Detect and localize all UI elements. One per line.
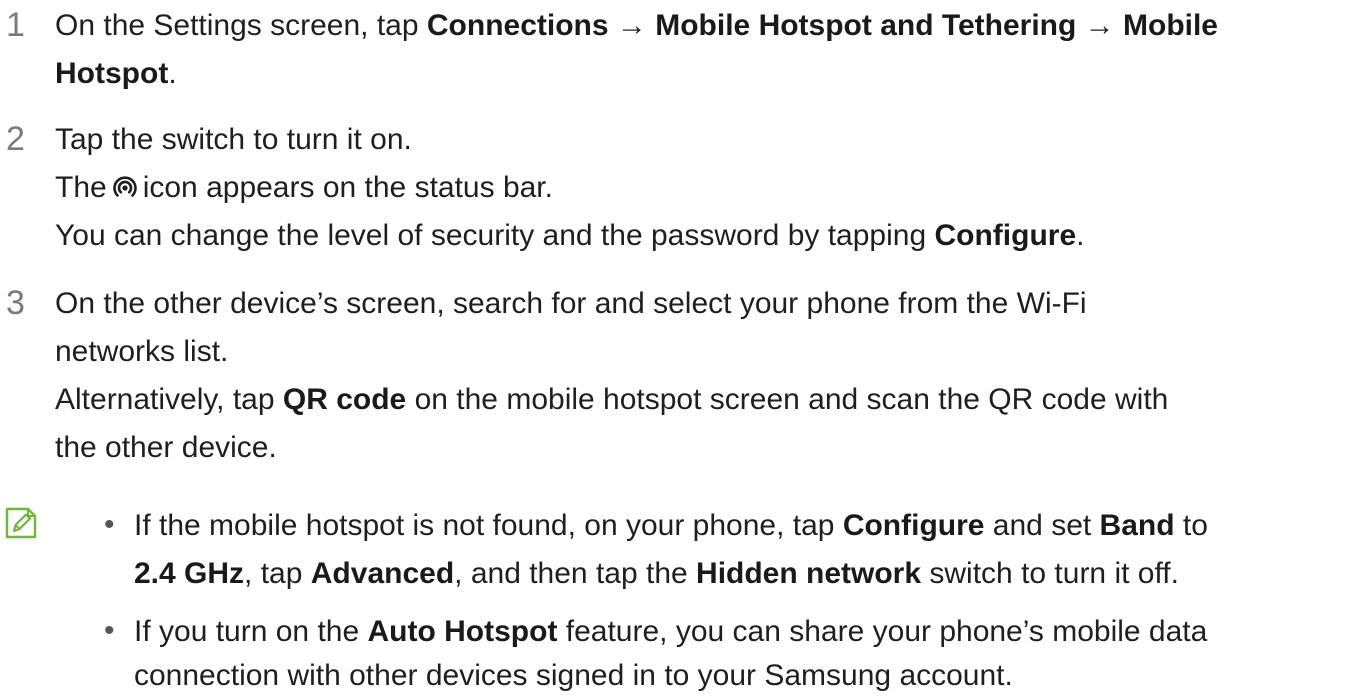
step-number: 3	[6, 284, 25, 322]
note-1-line-2: 2.4 GHz, tap Advanced, and then tap the …	[134, 557, 1179, 590]
step-number: 2	[6, 120, 25, 158]
note-pencil-icon	[4, 506, 38, 545]
bullet: •	[104, 614, 115, 647]
band-label: Band	[1099, 509, 1175, 542]
bullet: •	[104, 508, 115, 541]
configure-label: Configure	[934, 219, 1077, 252]
mobile-hotspot-icon	[111, 173, 139, 213]
step-3-line-4: the other device.	[55, 431, 277, 464]
step-3-line-2: networks list.	[55, 335, 229, 368]
step-number: 1	[6, 6, 25, 44]
step-3-line-3: Alternatively, tap QR code on the mobile…	[55, 383, 1169, 416]
note-2-line-2: connection with other devices signed in …	[134, 659, 1013, 692]
connections-label: Connections	[426, 9, 609, 42]
step-1-line-2: Hotspot.	[55, 57, 177, 90]
mobile-hotspot-and-tethering-label: Mobile Hotspot and Tethering	[655, 9, 1077, 42]
configure-label: Configure	[842, 509, 985, 542]
note-2-line-1: If you turn on the Auto Hotspot feature,…	[134, 615, 1208, 648]
step-2-line-3: You can change the level of security and…	[55, 219, 1085, 252]
step-2-line-2: The icon appears on the status bar.	[55, 168, 553, 213]
note-1-line-1: If the mobile hotspot is not found, on y…	[134, 509, 1208, 542]
step-2-line-1: Tap the switch to turn it on.	[55, 123, 412, 156]
hidden-network-label: Hidden network	[696, 557, 922, 590]
step-3-line-1: On the other device’s screen, search for…	[55, 287, 1087, 320]
qr-code-label: QR code	[282, 383, 407, 416]
band-value-label: 2.4 GHz	[134, 557, 245, 590]
advanced-label: Advanced	[310, 557, 455, 590]
step-1-line-1: On the Settings screen, tap Connections …	[55, 9, 1218, 42]
mobile-label: Mobile	[1123, 9, 1218, 42]
auto-hotspot-label: Auto Hotspot	[367, 615, 558, 648]
hotspot-label: Hotspot	[55, 57, 169, 90]
